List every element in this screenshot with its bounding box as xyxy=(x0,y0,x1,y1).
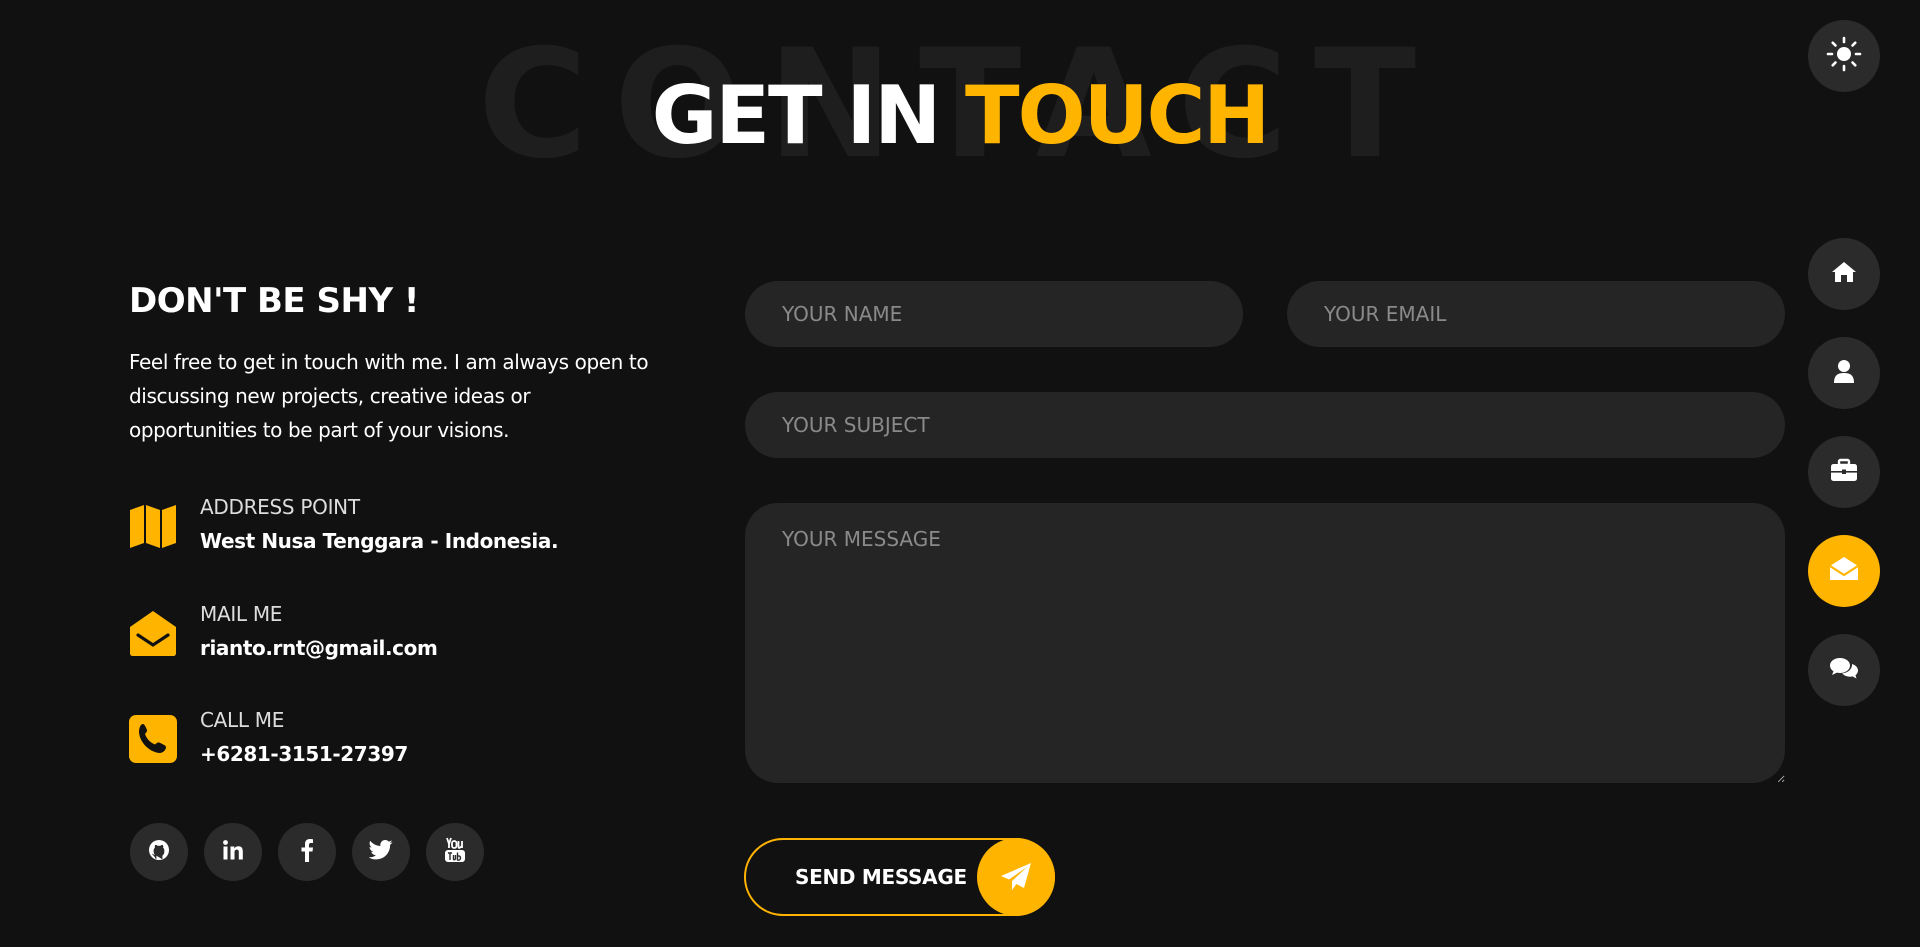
address-label: ADDRESS POINT xyxy=(200,495,360,519)
user-icon xyxy=(1834,359,1854,388)
briefcase-icon xyxy=(1830,458,1858,487)
youtube-link[interactable] xyxy=(426,823,484,881)
envelope-open-icon xyxy=(1829,556,1859,587)
phone-info: CALL ME +6281-3151-27397 xyxy=(129,703,408,771)
mail-info: MAIL ME rianto.rnt@gmail.com xyxy=(129,597,438,665)
subject-input[interactable] xyxy=(745,392,1785,458)
side-navigation xyxy=(1808,238,1880,733)
facebook-icon xyxy=(300,838,314,867)
facebook-link[interactable] xyxy=(278,823,336,881)
phone-icon xyxy=(129,715,177,763)
comments-icon xyxy=(1829,656,1859,685)
theme-toggle-button[interactable] xyxy=(1808,20,1880,92)
phone-value[interactable]: +6281-3151-27397 xyxy=(200,737,408,771)
twitter-link[interactable] xyxy=(352,823,410,881)
sun-icon xyxy=(1826,36,1862,77)
map-icon xyxy=(129,502,177,550)
home-icon xyxy=(1831,260,1857,289)
twitter-icon xyxy=(368,839,393,865)
address-value: West Nusa Tenggara - Indonesia. xyxy=(200,529,559,553)
title-white-part: GET IN xyxy=(651,69,966,162)
address-info: ADDRESS POINT West Nusa Tenggara - Indon… xyxy=(129,490,559,558)
info-heading: DON'T BE SHY ! xyxy=(129,281,419,321)
github-link[interactable] xyxy=(130,823,188,881)
nav-blog-button[interactable] xyxy=(1808,634,1880,706)
mail-label: MAIL ME xyxy=(200,602,283,626)
mail-value[interactable]: rianto.rnt@gmail.com xyxy=(200,631,438,665)
social-links xyxy=(130,823,500,881)
contact-info: DON'T BE SHY ! Feel free to get in touch… xyxy=(129,277,649,447)
info-intro-text: Feel free to get in touch with me. I am … xyxy=(129,350,649,442)
linkedin-icon xyxy=(222,839,244,866)
send-message-button[interactable]: SEND MESSAGE xyxy=(744,838,1055,916)
nav-home-button[interactable] xyxy=(1808,238,1880,310)
github-icon xyxy=(148,839,170,866)
youtube-icon xyxy=(444,837,466,868)
page-title: GET IN TOUCH xyxy=(0,76,1920,156)
phone-label: CALL ME xyxy=(200,708,285,732)
message-textarea[interactable] xyxy=(745,503,1785,783)
linkedin-link[interactable] xyxy=(204,823,262,881)
envelope-open-icon xyxy=(129,609,177,657)
title-accent-part: TOUCH xyxy=(965,69,1270,162)
nav-contact-button[interactable] xyxy=(1808,535,1880,607)
name-input[interactable] xyxy=(745,281,1243,347)
paper-plane-icon xyxy=(977,838,1055,916)
email-input[interactable] xyxy=(1287,281,1785,347)
nav-portfolio-button[interactable] xyxy=(1808,436,1880,508)
send-message-label: SEND MESSAGE xyxy=(795,865,967,889)
nav-about-button[interactable] xyxy=(1808,337,1880,409)
